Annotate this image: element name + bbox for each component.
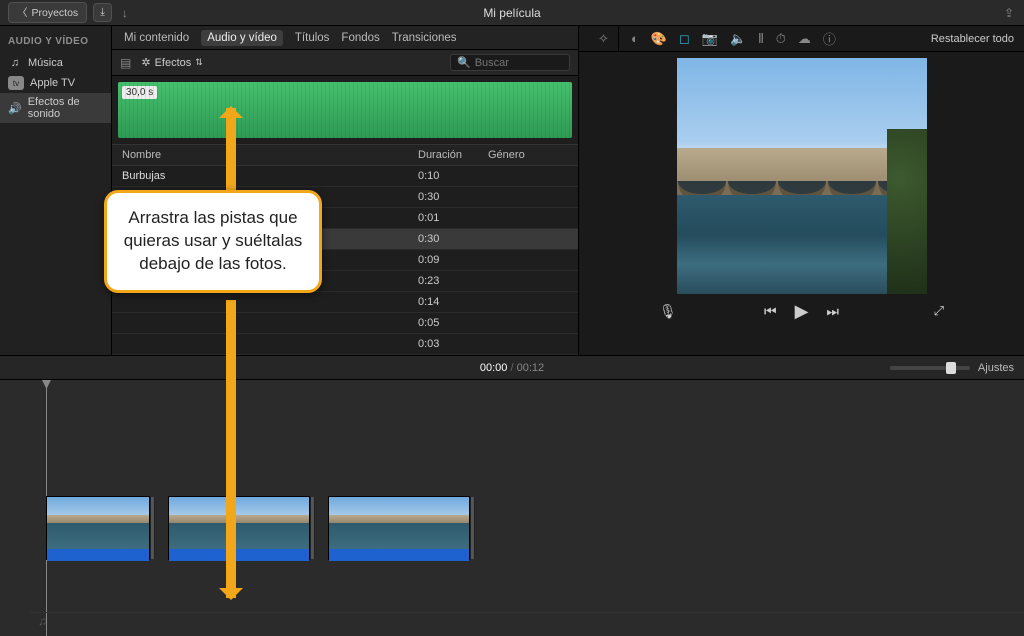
- clip-handle[interactable]: [310, 497, 315, 559]
- row-duration: 0:01: [418, 212, 488, 224]
- speed-icon[interactable]: ⏱: [776, 31, 786, 47]
- music-icon: ♫: [8, 56, 22, 70]
- gear-icon: ✲: [141, 56, 150, 69]
- playback-controls: 🎙 ⏮ ▶ ⏭ ⤢: [579, 294, 1024, 328]
- tab-mycontent[interactable]: Mi contenido: [124, 32, 189, 44]
- tab-backgrounds[interactable]: Fondos: [341, 32, 379, 44]
- col-name: Nombre: [122, 149, 418, 161]
- stabilize-icon[interactable]: 📷: [702, 31, 718, 47]
- instruction-callout: Arrastra las pistas que quieras usar y s…: [104, 190, 322, 293]
- timeline-clip[interactable]: [328, 496, 470, 560]
- voiceover-icon[interactable]: 🎙: [659, 303, 677, 320]
- timeline-clip[interactable]: [46, 496, 150, 560]
- row-duration: 0:30: [418, 233, 488, 245]
- browser-toolbar: ▤ ✲ Efectos ⇅ 🔍: [112, 50, 578, 76]
- playhead-time: 00:00 / 00:12: [480, 362, 544, 374]
- search-icon: 🔍: [457, 56, 471, 69]
- timeline-clip[interactable]: [168, 496, 310, 560]
- download-icon[interactable]: ↓: [118, 6, 132, 20]
- annotation-arrow-down: [226, 300, 236, 598]
- music-note-icon: ♫: [38, 614, 47, 628]
- tab-transitions[interactable]: Transiciones: [392, 32, 457, 44]
- audio-waveform-preview[interactable]: 30,0 s: [118, 82, 572, 138]
- appletv-icon: tv: [8, 76, 24, 90]
- speaker-icon: 🔊: [8, 101, 22, 115]
- annotation-arrow-up: [226, 108, 236, 194]
- col-duration: Duración: [418, 149, 488, 161]
- sidebar-item-label: Música: [28, 57, 63, 69]
- row-duration: 0:05: [418, 317, 488, 329]
- search-input[interactable]: [475, 57, 565, 69]
- chevron-left-icon: 〈: [17, 5, 28, 20]
- row-duration: 0:10: [418, 170, 488, 182]
- preview-panel: ✧ ◐ 🎨 ◻ 📷 🔈 ⫴ ⏱ ☁ ⓘ Restablecer todo 🎙: [579, 26, 1024, 355]
- settings-button[interactable]: Ajustes: [978, 362, 1014, 374]
- preview-toolbar: ✧ ◐ 🎨 ◻ 📷 🔈 ⫴ ⏱ ☁ ⓘ Restablecer todo: [579, 26, 1024, 52]
- magic-wand-button[interactable]: ✧: [589, 26, 619, 51]
- row-duration: 0:03: [418, 338, 488, 350]
- color-balance-icon[interactable]: ◐: [631, 31, 639, 46]
- video-preview[interactable]: [677, 58, 927, 294]
- row-duration: 0:23: [418, 275, 488, 287]
- back-to-projects-button[interactable]: 〈 Proyectos: [8, 2, 87, 23]
- tab-audiovideo[interactable]: Audio y vídeo: [201, 30, 283, 46]
- prev-button[interactable]: ⏮: [764, 303, 777, 320]
- row-name: Burbujas: [122, 170, 418, 182]
- filter-icon[interactable]: ☁: [798, 31, 811, 47]
- sidebar-item-sound-effects[interactable]: 🔊 Efectos de sonido: [0, 93, 111, 123]
- back-label: Proyectos: [32, 7, 79, 19]
- content-tabs: Mi contenido Audio y vídeo Títulos Fondo…: [112, 26, 578, 50]
- search-field[interactable]: 🔍: [450, 54, 570, 71]
- clip-handle[interactable]: [150, 497, 155, 559]
- play-button[interactable]: ▶: [795, 301, 809, 322]
- clip-handle[interactable]: [470, 497, 475, 559]
- table-row[interactable]: 0:03: [112, 334, 578, 355]
- crop-icon[interactable]: ◻: [679, 31, 690, 47]
- wand-icon: ✧: [598, 31, 609, 47]
- import-button[interactable]: ⤓: [93, 3, 112, 22]
- sidebar-item-label: Efectos de sonido: [28, 96, 103, 120]
- waveform-duration-badge: 30,0 s: [122, 86, 157, 99]
- reset-all-button[interactable]: Restablecer todo: [931, 33, 1014, 45]
- tab-titles[interactable]: Títulos: [295, 32, 330, 44]
- row-duration: 0:30: [418, 191, 488, 203]
- project-title: Mi película: [0, 6, 1024, 20]
- sidebar-item-music[interactable]: ♫ Música: [0, 53, 111, 73]
- music-track[interactable]: ♫: [30, 612, 1024, 630]
- effects-label: Efectos: [155, 57, 192, 69]
- sidebar-item-appletv[interactable]: tv Apple TV: [0, 73, 111, 93]
- timeline[interactable]: ♫: [0, 380, 1024, 636]
- row-duration: 0:14: [418, 296, 488, 308]
- sidebar-heading: AUDIO Y VÍDEO: [0, 32, 111, 53]
- row-duration: 0:09: [418, 254, 488, 266]
- col-genre: Género: [488, 149, 568, 161]
- import-icon: ⤓: [100, 6, 105, 19]
- info-icon[interactable]: ⓘ: [823, 29, 836, 48]
- effects-dropdown[interactable]: ✲ Efectos ⇅: [141, 56, 202, 69]
- media-sidebar: AUDIO Y VÍDEO ♫ Música tv Apple TV 🔊 Efe…: [0, 26, 112, 355]
- title-bar: 〈 Proyectos ⤓ ↓ Mi película ⇪: [0, 0, 1024, 26]
- sidebar-item-label: Apple TV: [30, 77, 75, 89]
- table-row[interactable]: 0:14: [112, 292, 578, 313]
- share-icon[interactable]: ⇪: [1004, 6, 1014, 20]
- color-correction-icon[interactable]: 🎨: [651, 31, 667, 47]
- updown-icon: ⇅: [195, 57, 203, 68]
- table-row[interactable]: Burbujas0:10: [112, 166, 578, 187]
- callout-text: Arrastra las pistas que quieras usar y s…: [124, 208, 303, 273]
- table-row[interactable]: 0:05: [112, 313, 578, 334]
- fullscreen-icon[interactable]: ⤢: [934, 303, 944, 319]
- timeline-header: 00:00 / 00:12 Ajustes: [0, 356, 1024, 380]
- table-header: Nombre Duración Género: [112, 144, 578, 166]
- next-button[interactable]: ⏭: [826, 303, 839, 320]
- volume-icon[interactable]: 🔈: [730, 31, 746, 47]
- equalizer-icon[interactable]: ⫴: [758, 31, 763, 47]
- zoom-slider[interactable]: [890, 366, 970, 370]
- list-view-icon[interactable]: ▤: [120, 56, 131, 70]
